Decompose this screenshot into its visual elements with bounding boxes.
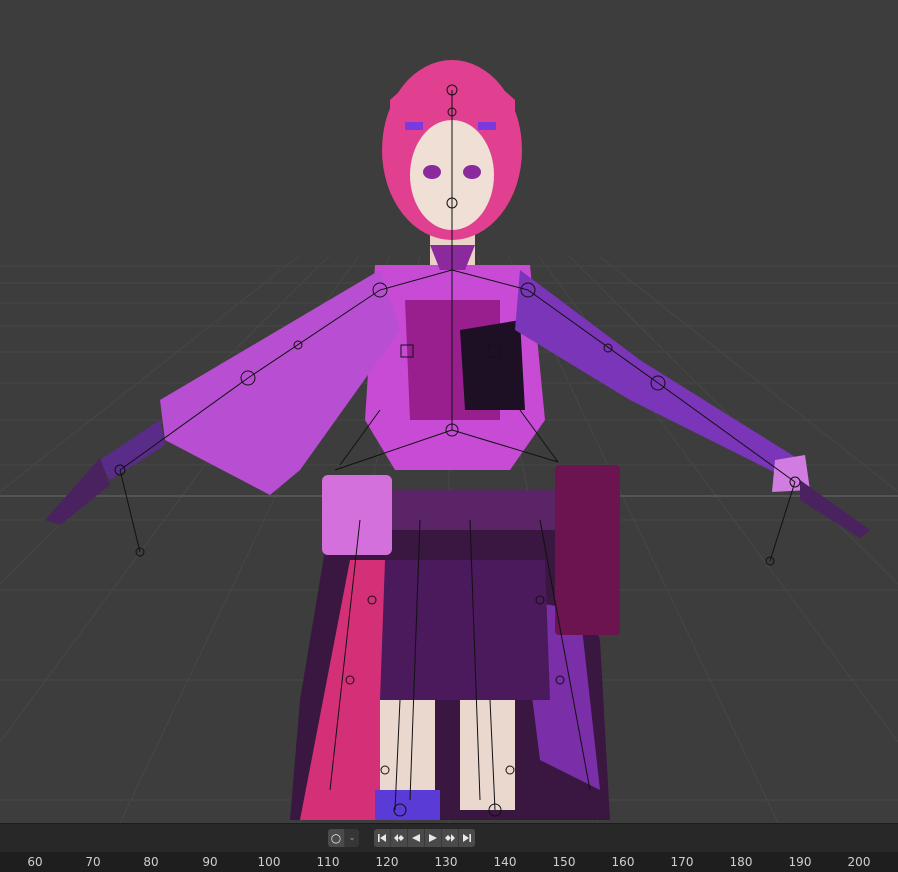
ruler-tick: 80 <box>143 855 159 869</box>
frame-ruler[interactable]: 60 70 80 90 100 110 120 130 140 150 160 … <box>0 852 898 872</box>
play-reverse-icon[interactable] <box>408 829 425 847</box>
ruler-tick: 100 <box>257 855 281 869</box>
ruler-tick: 170 <box>670 855 694 869</box>
play-icon[interactable] <box>425 829 442 847</box>
ruler-tick: 150 <box>552 855 576 869</box>
prev-keyframe-icon[interactable] <box>391 829 408 847</box>
character-model[interactable] <box>45 60 870 820</box>
ruler-tick: 110 <box>316 855 340 869</box>
jump-start-icon[interactable] <box>374 829 391 847</box>
next-keyframe-icon[interactable] <box>442 829 459 847</box>
ruler-tick: 70 <box>85 855 101 869</box>
ruler-tick: 130 <box>434 855 458 869</box>
ruler-tick: 140 <box>493 855 517 869</box>
playback-controls <box>374 829 475 847</box>
ruler-tick: 160 <box>611 855 635 869</box>
viewport-canvas <box>0 60 898 823</box>
ruler-tick: 90 <box>202 855 218 869</box>
ruler-tick: 180 <box>729 855 753 869</box>
ruler-tick: 190 <box>788 855 812 869</box>
keying-controls: ○ ⌄ <box>328 829 359 847</box>
ruler-tick: 60 <box>27 855 43 869</box>
ruler-tick: 120 <box>375 855 399 869</box>
jump-end-icon[interactable] <box>459 829 475 847</box>
timeline-header: ○ ⌄ <box>0 823 898 852</box>
keyframe-record-icon[interactable]: ○ <box>328 829 345 847</box>
chevron-down-icon[interactable]: ⌄ <box>345 829 359 847</box>
3d-viewport[interactable] <box>0 0 898 823</box>
ruler-tick: 200 <box>847 855 871 869</box>
